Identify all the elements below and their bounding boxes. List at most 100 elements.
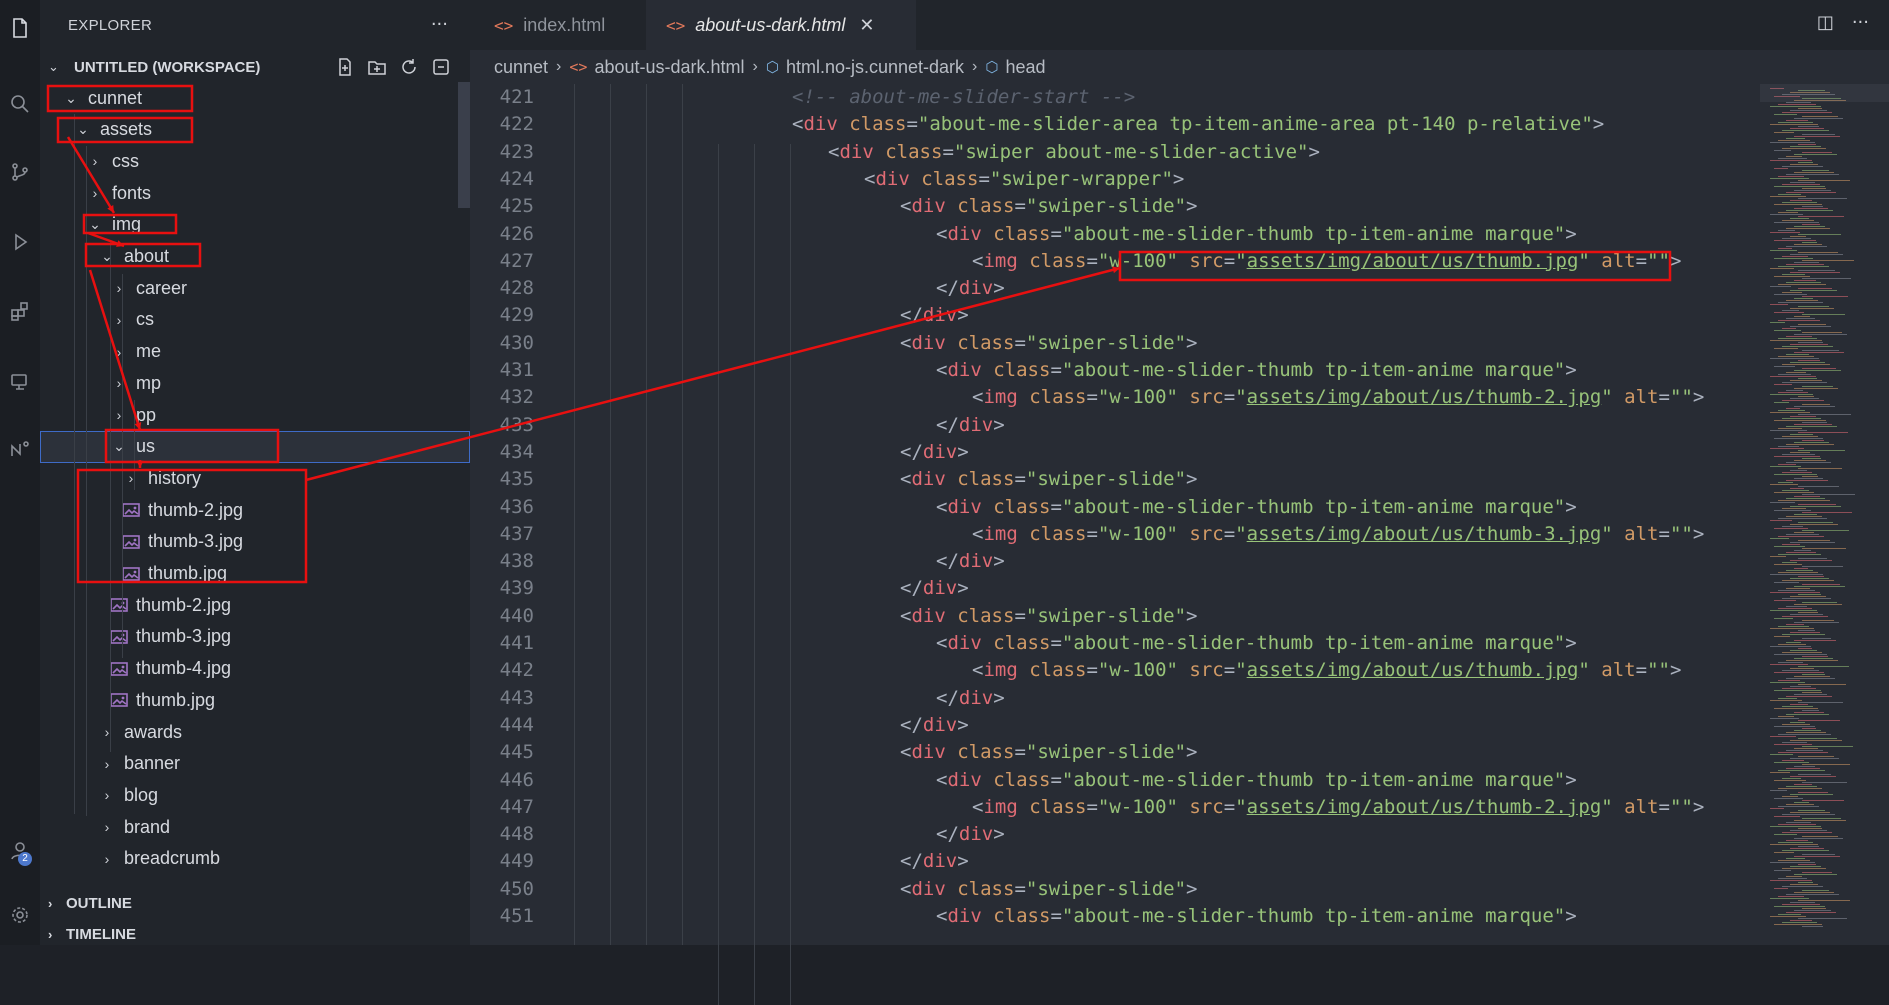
tree-folder-item[interactable]: › history — [40, 462, 470, 494]
workspace-header[interactable]: ⌄ UNTITLED (WORKSPACE) — [40, 52, 470, 82]
tree-file-item[interactable]: thumb-2.jpg — [40, 494, 470, 526]
tree-folder-item[interactable]: ⌄ img — [40, 209, 470, 241]
breadcrumb-item[interactable]: cunnet — [494, 57, 548, 78]
code-token[interactable]: assets/img/about/us/thumb.jpg — [1247, 250, 1579, 272]
chevron-right-icon[interactable]: › — [98, 851, 116, 867]
chevron-right-icon[interactable]: › — [122, 470, 140, 486]
chevron-right-icon[interactable]: › — [98, 756, 116, 772]
chevron-right-icon[interactable]: › — [110, 344, 128, 360]
code-line[interactable]: <img class="w-100" src="assets/img/about… — [972, 796, 1704, 818]
chevron-down-icon[interactable]: ⌄ — [48, 60, 66, 75]
tree-folder-item[interactable]: › pp — [40, 399, 470, 431]
chevron-down-icon[interactable]: ⌄ — [86, 216, 104, 233]
code-line[interactable]: </div> — [936, 687, 1005, 709]
code-token[interactable]: assets/img/about/us/thumb-3.jpg — [1247, 523, 1602, 545]
refresh-icon[interactable] — [398, 56, 420, 78]
code-line[interactable]: <img class="w-100" src="assets/img/about… — [972, 523, 1704, 545]
chevron-right-icon[interactable]: › — [110, 280, 128, 296]
extensions-icon[interactable] — [0, 292, 40, 332]
code-line[interactable]: </div> — [900, 304, 969, 326]
code-line[interactable]: <div class="about-me-slider-thumb tp-ite… — [936, 359, 1577, 381]
tree-folder-item[interactable]: › career — [40, 272, 470, 304]
chevron-down-icon[interactable]: ⌄ — [74, 121, 92, 138]
code-line[interactable]: <img class="w-100" src="assets/img/about… — [972, 250, 1681, 272]
code-line[interactable]: </div> — [936, 414, 1005, 436]
tree-folder-item[interactable]: › banner — [40, 748, 470, 780]
outline-section[interactable]: › OUTLINE — [40, 888, 470, 918]
code-line[interactable]: <div class="swiper-slide"> — [900, 332, 1198, 354]
chevron-right-icon[interactable]: › — [98, 819, 116, 835]
tree-folder-item[interactable]: › brand — [40, 811, 470, 843]
code-line[interactable]: </div> — [900, 850, 969, 872]
code-line[interactable]: <div class="swiper-slide"> — [900, 468, 1198, 490]
tree-folder-item[interactable]: ⌄ assets — [40, 114, 470, 146]
code-line[interactable]: <img class="w-100" src="assets/img/about… — [972, 659, 1681, 681]
code-line[interactable]: <div class="about-me-slider-thumb tp-ite… — [936, 769, 1577, 791]
chevron-right-icon[interactable]: › — [86, 153, 104, 169]
chevron-right-icon[interactable]: › — [110, 375, 128, 391]
tree-folder-item[interactable]: › awards — [40, 716, 470, 748]
tree-file-item[interactable]: thumb-3.jpg — [40, 621, 470, 653]
code-line[interactable]: <div class="swiper about-me-slider-activ… — [828, 141, 1320, 163]
tab-index-html[interactable]: <> index.html — [470, 0, 670, 50]
chevron-right-icon[interactable]: › — [98, 724, 116, 740]
collapse-all-icon[interactable] — [430, 56, 452, 78]
code-line[interactable]: </div> — [900, 441, 969, 463]
settings-gear-icon[interactable] — [0, 895, 40, 935]
chevron-down-icon[interactable]: ⌄ — [110, 438, 128, 455]
tree-folder-item[interactable]: › breadcrumb — [40, 843, 470, 875]
minimap[interactable] — [1760, 84, 1889, 945]
code-line[interactable]: </div> — [936, 277, 1005, 299]
tree-folder-item[interactable]: › css — [40, 145, 470, 177]
chevron-right-icon[interactable]: › — [98, 787, 116, 803]
code-line[interactable]: <img class="w-100" src="assets/img/about… — [972, 386, 1704, 408]
code-line[interactable]: <div class="about-me-slider-area tp-item… — [792, 113, 1604, 135]
chevron-right-icon[interactable]: › — [110, 312, 128, 328]
chevron-down-icon[interactable]: ⌄ — [62, 90, 80, 107]
close-icon[interactable]: ✕ — [859, 15, 874, 36]
account-icon[interactable]: 2 — [0, 830, 40, 870]
tree-folder-item[interactable]: › blog — [40, 779, 470, 811]
tree-folder-item[interactable]: › cs — [40, 304, 470, 336]
tree-folder-item[interactable]: ⌄ cunnet — [40, 82, 470, 114]
code-line[interactable]: <div class="about-me-slider-thumb tp-ite… — [936, 905, 1577, 927]
code-line[interactable]: <div class="about-me-slider-thumb tp-ite… — [936, 632, 1577, 654]
tree-file-item[interactable]: thumb.jpg — [40, 558, 470, 590]
tab-about-us-dark-html[interactable]: <> about-us-dark.html ✕ — [646, 0, 916, 50]
breadcrumb-item[interactable]: ⬡ html.no-js.cunnet-dark — [766, 57, 964, 78]
tree-file-item[interactable]: thumb-4.jpg — [40, 653, 470, 685]
source-control-icon[interactable] — [0, 152, 40, 192]
run-debug-icon[interactable] — [0, 222, 40, 262]
code-line[interactable]: </div> — [900, 577, 969, 599]
new-folder-icon[interactable] — [366, 56, 388, 78]
sidebar-scrollbar[interactable] — [458, 82, 470, 208]
chevron-right-icon[interactable]: › — [86, 185, 104, 201]
tree-file-item[interactable]: thumb-3.jpg — [40, 526, 470, 558]
code-line[interactable]: <!-- about-me-slider-start --> — [792, 86, 1135, 108]
code-line[interactable]: </div> — [936, 550, 1005, 572]
code-editor[interactable]: 421 <!-- about-me-slider-start --> 422 <div… — [470, 84, 1760, 1005]
tree-file-item[interactable]: thumb.jpg — [40, 684, 470, 716]
explorer-icon[interactable] — [0, 8, 40, 48]
gitlens-icon[interactable] — [0, 430, 40, 470]
chevron-right-icon[interactable]: › — [110, 407, 128, 423]
tree-folder-item[interactable]: › fonts — [40, 177, 470, 209]
chevron-down-icon[interactable]: ⌄ — [98, 248, 116, 265]
new-file-icon[interactable] — [334, 56, 356, 78]
more-actions-icon[interactable]: ··· — [431, 14, 448, 35]
code-line[interactable]: <div class="swiper-slide"> — [900, 878, 1198, 900]
code-line[interactable]: <div class="about-me-slider-thumb tp-ite… — [936, 223, 1577, 245]
tree-file-item[interactable]: thumb-2.jpg — [40, 589, 470, 621]
split-editor-icon[interactable]: ◫ — [1817, 12, 1834, 33]
code-token[interactable]: assets/img/about/us/thumb-2.jpg — [1247, 796, 1602, 818]
breadcrumb-item[interactable]: ⬡ head — [985, 57, 1045, 78]
code-line[interactable]: <div class="swiper-slide"> — [900, 741, 1198, 763]
code-line[interactable]: <div class="about-me-slider-thumb tp-ite… — [936, 496, 1577, 518]
tree-folder-item[interactable]: ⌄ us — [40, 430, 470, 463]
tree-folder-item[interactable]: ⌄ about — [40, 241, 470, 273]
code-line[interactable]: <div class="swiper-slide"> — [900, 195, 1198, 217]
minimap-viewport[interactable] — [1760, 84, 1889, 102]
code-line[interactable]: <div class="swiper-slide"> — [900, 605, 1198, 627]
search-icon[interactable] — [0, 84, 40, 124]
code-line[interactable]: <div class="swiper-wrapper"> — [864, 168, 1184, 190]
